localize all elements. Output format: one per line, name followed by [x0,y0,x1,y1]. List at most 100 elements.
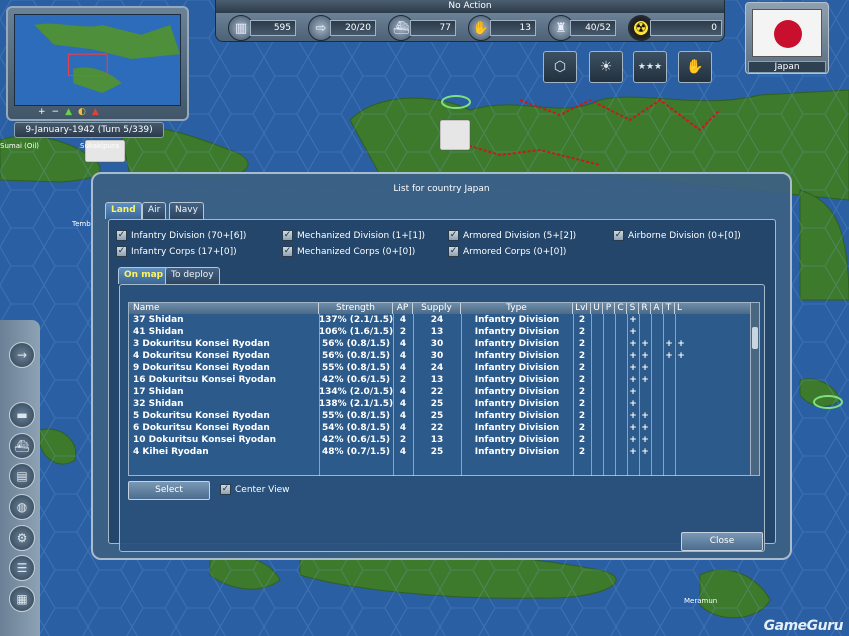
cell-ap: 4 [399,423,407,433]
resource-transport[interactable]: ⇨ 20/20 [308,15,376,41]
filter-infantry-corps[interactable]: ✓ Infantry Corps (17+[0]) [116,246,237,257]
subtab-to-deploy[interactable]: To deploy [165,267,220,284]
zoom-out-icon[interactable]: − [52,107,60,117]
col-l[interactable]: L [675,303,751,314]
col-name[interactable]: Name [129,303,319,314]
close-button[interactable]: Close [681,532,763,551]
table-row[interactable]: 41 Shidan 106% (1.6/1.5) 2 13 Infantry Divis… [129,326,765,338]
table-row[interactable]: 16 Dokuritsu Konsei Ryodan 42% (0.6/1.5) 2… [129,374,765,386]
table-row[interactable]: 3 Dokuritsu Konsei Ryodan 56% (0.8/1.5) 4 3… [129,338,765,350]
cell-lvl: 2 [578,435,586,445]
checkbox[interactable]: ✓ [116,246,127,257]
reports-button[interactable]: ☰ [9,555,35,581]
table-row[interactable]: 9 Dokuritsu Konsei Ryodan 55% (0.8/1.5) 4 2… [129,362,765,374]
filter-infantry-division[interactable]: ✓ Infantry Division (70+[6]) [116,230,246,241]
cell-name: 9 Dokuritsu Konsei Ryodan [133,363,270,373]
tab-air[interactable]: Air [142,202,167,219]
filter-armored-division[interactable]: ✓ Armored Division (5+[2]) [448,230,576,241]
cell-name: 5 Dokuritsu Konsei Ryodan [133,411,270,421]
land-units-button[interactable]: ▬ [9,402,35,428]
col-type[interactable]: Type [461,303,573,314]
filter-armored-corps[interactable]: ✓ Armored Corps (0+[0]) [448,246,566,257]
pie-icon[interactable]: ◐ [78,107,86,117]
flag-red-icon[interactable]: ▲ [92,107,99,117]
scrollbar-thumb[interactable] [752,327,758,349]
ranks-button[interactable]: ★★★ [633,51,667,83]
production-button[interactable]: ⚙ [9,525,35,551]
col-p[interactable]: P [603,303,615,314]
zoom-in-icon[interactable]: + [38,107,46,117]
diplomacy-side-button[interactable]: ◍ [9,494,35,520]
checkbox[interactable]: ✓ [282,246,293,257]
filter-mechanized-corps[interactable]: ✓ Mechanized Corps (0+[0]) [282,246,415,257]
cell-name: 6 Dokuritsu Konsei Ryodan [133,423,270,433]
col-lvl[interactable]: Lvl [573,303,591,314]
table-row[interactable]: 32 Shidan 138% (2.1/1.5) 4 25 Infantry Divis… [129,398,765,410]
col-c[interactable]: C [615,303,627,314]
naval-units-button[interactable]: ⛴ [9,433,35,459]
cell-s: + [629,447,637,457]
col-a[interactable]: A [651,303,663,314]
col-strength[interactable]: Strength [319,303,393,314]
map-label-meramun: Meramun [684,597,717,605]
filter-airborne-division[interactable]: ✓ Airborne Division (0+[0]) [613,230,741,241]
table-scrollbar[interactable] [750,303,759,475]
weather-icon: ☀ [599,59,613,75]
cell-lvl: 2 [578,315,586,325]
resource-nuclear[interactable]: ☢ 0 [628,15,722,41]
col-s[interactable]: S [627,303,639,314]
research-button[interactable]: ▤ [9,463,35,489]
table-row[interactable]: 6 Dokuritsu Konsei Ryodan 54% (0.8/1.5) 4 2… [129,422,765,434]
cell-s: + [629,363,637,373]
hex-grid-button[interactable]: ⬡ [543,51,577,83]
country-flag-panel[interactable]: Japan [745,2,829,74]
checkbox[interactable]: ✓ [448,230,459,241]
flag-green-icon[interactable]: ▲ [65,107,72,117]
resource-naval[interactable]: ⛴ 77 [388,15,456,41]
col-supply[interactable]: Supply [413,303,461,314]
cell-type: Infantry Division [474,435,560,445]
subtab-on-map[interactable]: On map [118,267,170,284]
col-r[interactable]: R [639,303,651,314]
cell-supply: 25 [430,399,444,409]
resource-diplomacy[interactable]: ✋ 13 [468,15,536,41]
tab-navy[interactable]: Navy [169,202,204,219]
table-row[interactable]: 37 Shidan 137% (2.1/1.5) 4 24 Infantry Divis… [129,314,765,326]
col-ap[interactable]: AP [393,303,413,314]
cell-supply: 13 [430,375,444,385]
options-button[interactable]: ▦ [9,586,35,612]
select-button[interactable]: Select [128,481,210,500]
weather-button[interactable]: ☀ [589,51,623,83]
table-row[interactable]: 4 Dokuritsu Konsei Ryodan 56% (0.8/1.5) 4 3… [129,350,765,362]
table-row[interactable]: 10 Dokuritsu Konsei Ryodan 42% (0.6/1.5) 2… [129,434,765,446]
center-view-toggle[interactable]: ✓ Center View [220,484,290,495]
resource-production[interactable]: ▥ 595 [228,15,296,41]
checkbox[interactable]: ✓ [116,230,127,241]
cell-s: + [629,423,637,433]
checkbox[interactable]: ✓ [448,246,459,257]
tab-land[interactable]: Land [105,202,142,219]
table-row[interactable]: 17 Shidan 134% (2.0/1.5) 4 22 Infantry Divis… [129,386,765,398]
cell-supply: 24 [430,363,444,373]
checkbox[interactable]: ✓ [613,230,624,241]
table-row[interactable]: 4 Kihei Ryodan 48% (0.7/1.5) 4 25 Infantry D… [129,446,765,458]
cell-type: Infantry Division [474,423,560,433]
minimap-view[interactable] [14,14,181,106]
cell-strength: 134% (2.0/1.5) [318,387,394,397]
table-row[interactable]: 5 Dokuritsu Konsei Ryodan 55% (0.8/1.5) 4 2… [129,410,765,422]
col-t[interactable]: T [663,303,675,314]
next-unit-button[interactable]: → [9,342,35,368]
checkbox[interactable]: ✓ [282,230,293,241]
resource-manpower[interactable]: ♜ 40/52 [548,15,616,41]
checkbox[interactable]: ✓ [220,484,231,495]
globe-icon: ◍ [16,500,28,514]
cell-lvl: 2 [578,351,586,361]
cell-type: Infantry Division [474,315,560,325]
diplomacy-button[interactable]: ✋ [678,51,712,83]
cell-strength: 54% (0.8/1.5) [321,423,391,433]
col-u[interactable]: U [591,303,603,314]
cell-s: + [629,339,637,349]
cell-type: Infantry Division [474,375,560,385]
filter-mechanized-division[interactable]: ✓ Mechanized Division (1+[1]) [282,230,425,241]
cell-strength: 56% (0.8/1.5) [321,351,391,361]
